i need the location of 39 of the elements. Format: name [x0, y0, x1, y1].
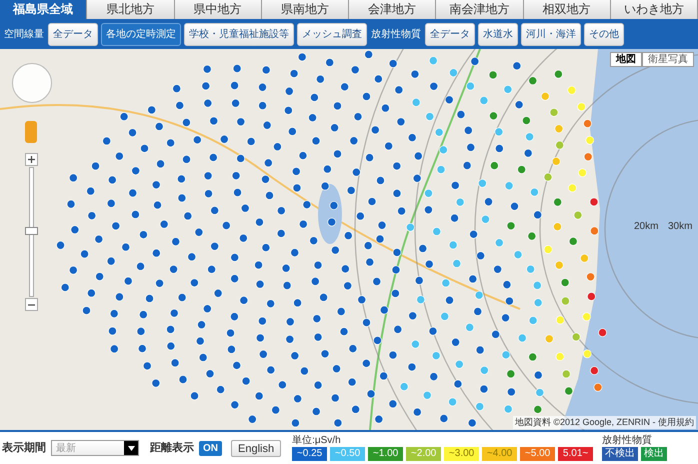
region-tab[interactable]: 会津地方	[349, 0, 436, 19]
region-tab[interactable]: 県中地方	[174, 0, 262, 19]
distance-toggle[interactable]: ON	[199, 440, 222, 456]
dose-legend-swatch: ~2.00	[406, 447, 442, 461]
filter-group-label: 空間線量	[3, 28, 45, 42]
ring-label: 20km	[634, 220, 658, 234]
english-button[interactable]: English	[231, 440, 282, 456]
ring-label: 30km	[668, 220, 692, 234]
dose-legend-swatch: ~0.25	[292, 447, 328, 461]
region-tab[interactable]: 県南地方	[262, 0, 349, 19]
filter-button[interactable]: 全データ	[425, 22, 475, 46]
filter-button[interactable]: 水道水	[478, 22, 518, 46]
region-tab[interactable]: いわき地方	[610, 0, 698, 19]
dose-legend-swatch: ~1.00	[368, 447, 404, 461]
map-area[interactable]: 地図 衛星写真 20km 30km 地図資料 ©2012 Google, ZENRIN - 使用規約	[0, 49, 698, 430]
filter-button[interactable]: 河川・海洋	[521, 22, 581, 46]
region-tab[interactable]: 南会津地方	[436, 0, 524, 19]
dose-legend-swatch: ~4.00	[482, 447, 518, 461]
filter-button[interactable]: 学校・児童福祉施設等	[184, 22, 294, 46]
distance-label: 距離表示	[150, 440, 194, 456]
dose-legend-swatch: 5.01~	[558, 447, 594, 461]
unit-label: 単位:μSv/h	[292, 435, 342, 446]
map-type-button[interactable]: 地図	[610, 52, 642, 67]
filter-button[interactable]: その他	[584, 22, 624, 46]
dose-legend-swatch: ~3.00	[444, 447, 480, 461]
filter-button[interactable]: メッシュ調査	[297, 22, 367, 46]
region-tab[interactable]: 相双地方	[524, 0, 611, 19]
substance-legend-swatch: 検出	[641, 447, 668, 461]
dose-legend-swatch: ~5.00	[520, 447, 556, 461]
period-label: 表示期間	[2, 440, 46, 456]
dose-legend-swatch: ~0.50	[330, 447, 366, 461]
region-tab[interactable]: 県北地方	[87, 0, 174, 19]
filter-button[interactable]: 各地の定時測定	[101, 22, 181, 46]
substance-label: 放射性物質	[602, 435, 654, 446]
filter-group-label: 放射性物質	[370, 28, 422, 42]
map-type-button[interactable]: 衛星写真	[642, 52, 694, 67]
map-attribution: 地図資料 ©2012 Google, ZENRIN - 使用規約	[512, 416, 696, 429]
substance-legend-swatch: 不検出	[602, 447, 638, 461]
filter-button[interactable]: 全データ	[48, 22, 98, 46]
